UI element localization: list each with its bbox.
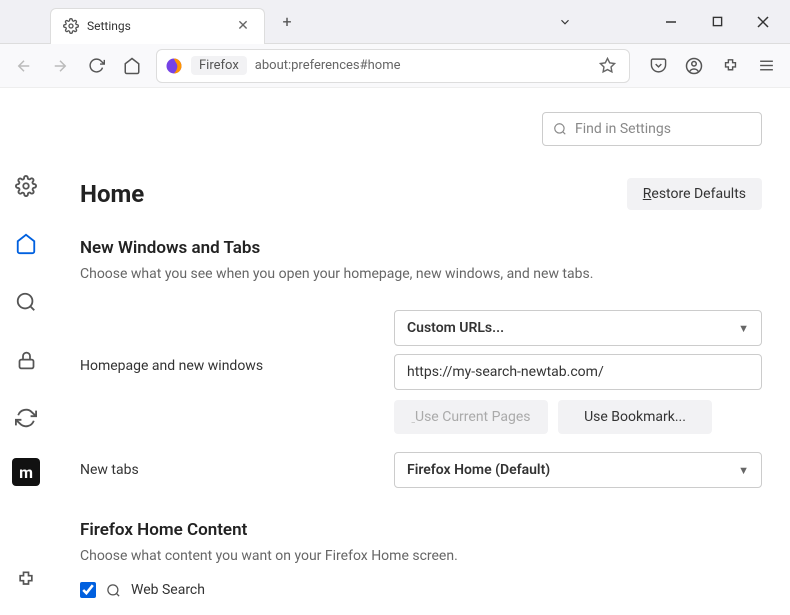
tab-title: Settings	[87, 19, 226, 33]
list-tabs-button[interactable]	[542, 3, 588, 41]
gear-icon	[63, 18, 79, 34]
home-button[interactable]	[116, 50, 148, 82]
newtabs-label: New tabs	[80, 462, 380, 478]
title-bar: Settings ✕ +	[0, 0, 790, 44]
menu-button[interactable]	[750, 50, 782, 82]
bookmark-star-icon[interactable]	[593, 52, 621, 80]
sidebar-item-search[interactable]	[8, 284, 44, 320]
restore-defaults-button[interactable]: Restore Defaults	[627, 178, 762, 210]
url-label: Firefox	[191, 56, 247, 75]
homepage-mode-value: Custom URLs...	[407, 320, 504, 336]
settings-panel: Find in Settings Home Restore Defaults N…	[52, 88, 790, 615]
firefox-icon	[165, 57, 183, 75]
back-button[interactable]	[8, 50, 40, 82]
homepage-label: Homepage and new windows	[80, 310, 380, 374]
content-area: m Find in Settings Home Restore Defaults…	[0, 88, 790, 615]
use-bookmark-button[interactable]: Use Bookmark...	[558, 400, 712, 434]
chevron-down-icon: ▼	[738, 322, 749, 335]
section-desc-windows: Choose what you see when you open your h…	[80, 266, 762, 282]
sidebar-item-more[interactable]: m	[12, 458, 40, 486]
search-icon	[553, 122, 567, 136]
new-tab-button[interactable]: +	[273, 8, 301, 36]
chevron-down-icon: ▼	[738, 464, 749, 477]
web-search-label: Web Search	[131, 582, 205, 598]
sidebar-item-privacy[interactable]	[8, 342, 44, 378]
extensions-button[interactable]	[714, 50, 746, 82]
section-title-content: Firefox Home Content	[80, 520, 762, 540]
web-search-checkbox[interactable]	[80, 582, 96, 598]
browser-tab[interactable]: Settings ✕	[50, 8, 265, 44]
window-minimize-button[interactable]	[648, 3, 694, 41]
window-controls	[542, 3, 786, 41]
forward-button[interactable]	[44, 50, 76, 82]
find-placeholder: Find in Settings	[575, 121, 671, 137]
page-title: Home	[80, 180, 144, 208]
web-search-checkbox-row[interactable]: Web Search	[80, 582, 762, 598]
url-bar[interactable]: Firefox about:preferences#home	[156, 49, 630, 83]
sidebar-item-general[interactable]	[8, 168, 44, 204]
section-desc-content: Choose what content you want on your Fir…	[80, 548, 762, 564]
use-current-pages-button[interactable]: Use Current Pages	[394, 400, 548, 434]
pocket-button[interactable]	[642, 50, 674, 82]
newtabs-select[interactable]: Firefox Home (Default) ▼	[394, 452, 762, 488]
nav-bar: Firefox about:preferences#home	[0, 44, 790, 88]
window-close-button[interactable]	[740, 3, 786, 41]
reload-button[interactable]	[80, 50, 112, 82]
homepage-url-input[interactable]	[394, 354, 762, 390]
settings-sidebar: m	[0, 88, 52, 615]
sidebar-item-sync[interactable]	[8, 400, 44, 436]
window-maximize-button[interactable]	[694, 3, 740, 41]
url-text: about:preferences#home	[255, 58, 585, 73]
close-icon[interactable]: ✕	[234, 17, 252, 35]
section-title-windows: New Windows and Tabs	[80, 238, 762, 258]
find-in-settings-input[interactable]: Find in Settings	[542, 112, 762, 146]
sidebar-item-extensions[interactable]	[8, 561, 44, 597]
sidebar-item-home[interactable]	[8, 226, 44, 262]
homepage-mode-select[interactable]: Custom URLs... ▼	[394, 310, 762, 346]
newtabs-value: Firefox Home (Default)	[407, 462, 550, 478]
search-icon	[106, 583, 121, 598]
account-button[interactable]	[678, 50, 710, 82]
